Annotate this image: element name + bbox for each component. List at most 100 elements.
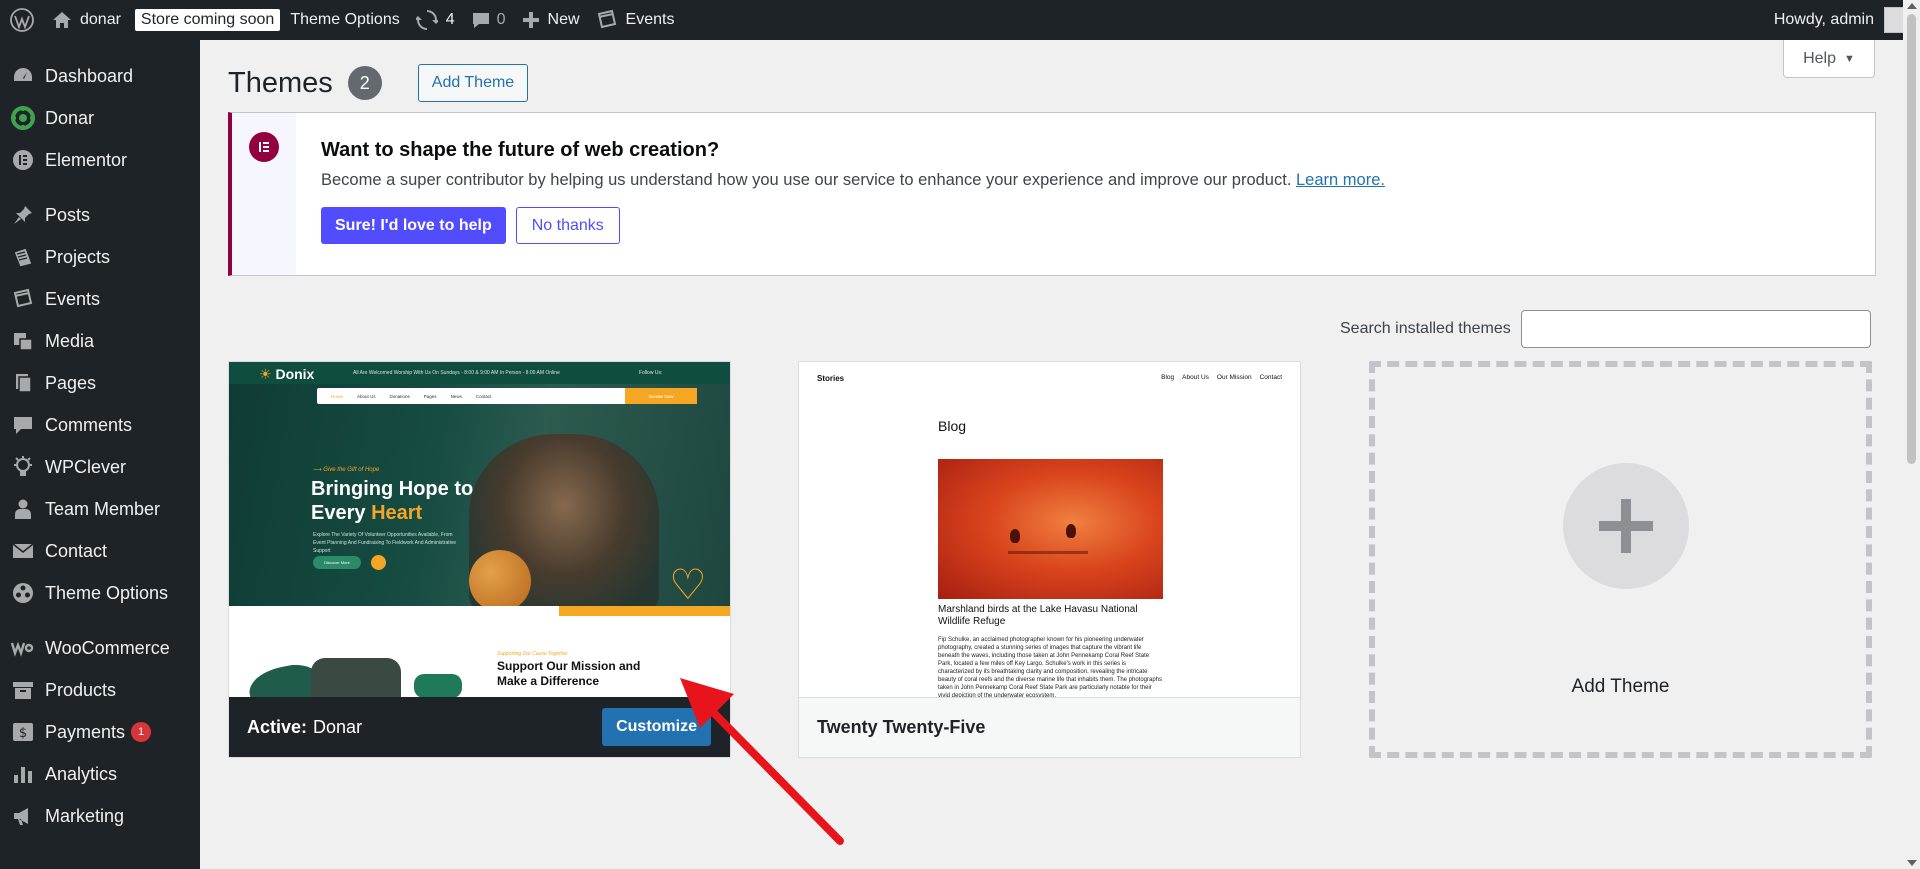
preview-nav-item: About Us (357, 393, 376, 399)
opt-in-button[interactable]: Sure! I'd love to help (321, 207, 506, 244)
sidebar-item-pages[interactable]: Pages (0, 362, 200, 404)
scroll-up-arrow-icon[interactable] (1907, 3, 1917, 9)
theme-name: Donar (313, 716, 363, 737)
sidebar-item-media[interactable]: Media (0, 320, 200, 362)
sidebar-item-woocommerce[interactable]: WooCommerce (0, 627, 200, 669)
sidebar-item-wpclever[interactable]: WPClever (0, 446, 200, 488)
preview-hero: ⟶ Give the Gift of Hope Bringing Hope to… (229, 384, 730, 614)
sidebar-item-label: Contact (45, 540, 108, 561)
sidebar-item-payments[interactable]: $ Payments 1 (0, 711, 200, 753)
notice-message: Become a super contributor by helping us… (321, 171, 1292, 189)
sidebar-item-products[interactable]: Products (0, 669, 200, 711)
sidebar-item-label: Marketing (45, 805, 125, 826)
page-scrollbar[interactable] (1903, 0, 1920, 869)
learn-more-link[interactable]: Learn more. (1296, 171, 1385, 189)
preview-about-image (311, 658, 401, 698)
comments-link[interactable]: 0 (463, 0, 514, 40)
notice-actions: Sure! I'd love to help No thanks (321, 207, 1385, 244)
search-label: Search installed themes (1340, 320, 1511, 337)
preview-nav-item: Blog (1161, 374, 1175, 381)
person-icon (10, 496, 36, 522)
preview-site-title: Stories (817, 374, 845, 383)
new-content-link[interactable]: New (514, 0, 588, 40)
theme-name: Twenty Twenty-Five (817, 717, 986, 737)
theme-card-twenty-twenty-five[interactable]: Stories Blog About Us Our Mission Contac… (798, 361, 1301, 758)
new-label: New (547, 11, 580, 28)
sidebar-item-projects[interactable]: Projects (0, 236, 200, 278)
events-link[interactable]: Events (588, 0, 683, 40)
preview-bird-photo (938, 459, 1163, 599)
sidebar-item-events[interactable]: Events (0, 278, 200, 320)
theme-screenshot[interactable]: Stories Blog About Us Our Mission Contac… (799, 362, 1300, 698)
preview-about-tag: Supporting Our Cause Together (497, 651, 568, 657)
site-name-link[interactable]: donar (44, 0, 129, 40)
wordpress-logo-icon[interactable] (0, 0, 44, 40)
bird-reflection (1008, 551, 1088, 554)
projects-icon (10, 244, 36, 270)
preview-headline-every: Every (311, 502, 372, 524)
preview-post-title: Marshland birds at the Lake Havasu Natio… (938, 604, 1138, 627)
no-thanks-button[interactable]: No thanks (515, 207, 620, 244)
notice-icon-column (232, 113, 296, 275)
sidebar-item-analytics[interactable]: Analytics (0, 753, 200, 795)
bird-silhouette (1010, 529, 1020, 543)
search-input[interactable] (1520, 310, 1871, 348)
theme-options-link[interactable]: Theme Options (282, 0, 407, 40)
elementor-icon (10, 147, 36, 173)
updates-icon (415, 10, 438, 30)
sidebar-item-dashboard[interactable]: Dashboard (0, 55, 200, 97)
sidebar-item-theme-options[interactable]: Theme Options (0, 572, 200, 614)
sidebar-item-label: Media (45, 330, 95, 351)
events-icon (10, 286, 36, 312)
updates-count: 4 (445, 11, 455, 28)
dash-arrow-icon: ⟶ (313, 467, 324, 473)
add-new-theme-card[interactable]: Add Theme (1369, 361, 1872, 758)
sidebar-item-label: Dashboard (45, 65, 134, 86)
sidebar-item-contact[interactable]: Contact (0, 530, 200, 572)
howdy-user[interactable]: Howdy, admin (1774, 11, 1874, 29)
customize-button[interactable]: Customize (602, 708, 711, 746)
scroll-thumb[interactable] (1907, 14, 1916, 464)
preview-strip-white (229, 606, 559, 616)
sidebar-item-posts[interactable]: Posts (0, 194, 200, 236)
sidebar-item-comments[interactable]: Comments (0, 404, 200, 446)
updates-link[interactable]: 4 (408, 0, 463, 40)
sidebar-item-label: Posts (45, 204, 91, 225)
preview-nav-item: Our Mission (1216, 374, 1252, 381)
sidebar-item-label: WPClever (45, 456, 127, 477)
elementor-notice: Want to shape the future of web creation… (228, 112, 1876, 276)
preview-nav-cta: Donate Now (625, 388, 697, 404)
sidebar-item-elementor[interactable]: Elementor (0, 139, 200, 181)
svg-text:$: $ (19, 726, 27, 741)
add-theme-button[interactable]: Add Theme (417, 64, 529, 102)
megaphone-icon (10, 803, 36, 829)
preview-heart-icon: ♡ (669, 561, 707, 608)
preview-logo-text: Donix (275, 366, 315, 382)
media-icon (10, 328, 36, 354)
sidebar-item-label: Theme Options (45, 582, 169, 603)
preview-about-badge (414, 674, 462, 698)
payments-icon: $ (10, 719, 36, 745)
preview-nav-item: Home (331, 393, 344, 399)
scroll-down-arrow-icon[interactable] (1907, 860, 1917, 866)
sidebar-item-marketing[interactable]: Marketing (0, 795, 200, 837)
mail-icon (10, 538, 36, 564)
theme-card-donar[interactable]: ☀ Donix All Are Welcomed Worship With Us… (228, 361, 731, 758)
home-icon (53, 12, 71, 28)
store-coming-soon-badge[interactable]: Store coming soon (134, 9, 281, 31)
active-label: Active: (247, 716, 308, 737)
help-tab-button[interactable]: Help ▼ (1783, 40, 1875, 78)
sidebar-item-label: Team Member (45, 498, 161, 519)
sidebar-item-label: Comments (45, 414, 133, 435)
sidebar-item-team-member[interactable]: Team Member (0, 488, 200, 530)
sidebar-item-donar[interactable]: Donar (0, 97, 200, 139)
preview-tagline-text: Give the Gift of Hope (323, 467, 380, 473)
sidebar-item-label: Events (45, 288, 101, 309)
notice-title: Want to shape the future of web creation… (321, 139, 720, 161)
preview-follow: Follow Us: (639, 370, 663, 376)
preview-play-icon (371, 555, 386, 570)
preview-topbar-info: All Are Welcomed Worship With Us On Sund… (353, 370, 560, 376)
sidebar-item-label: Payments (45, 721, 126, 742)
theme-options-icon (10, 580, 36, 606)
theme-screenshot[interactable]: ☀ Donix All Are Welcomed Worship With Us… (229, 362, 730, 698)
